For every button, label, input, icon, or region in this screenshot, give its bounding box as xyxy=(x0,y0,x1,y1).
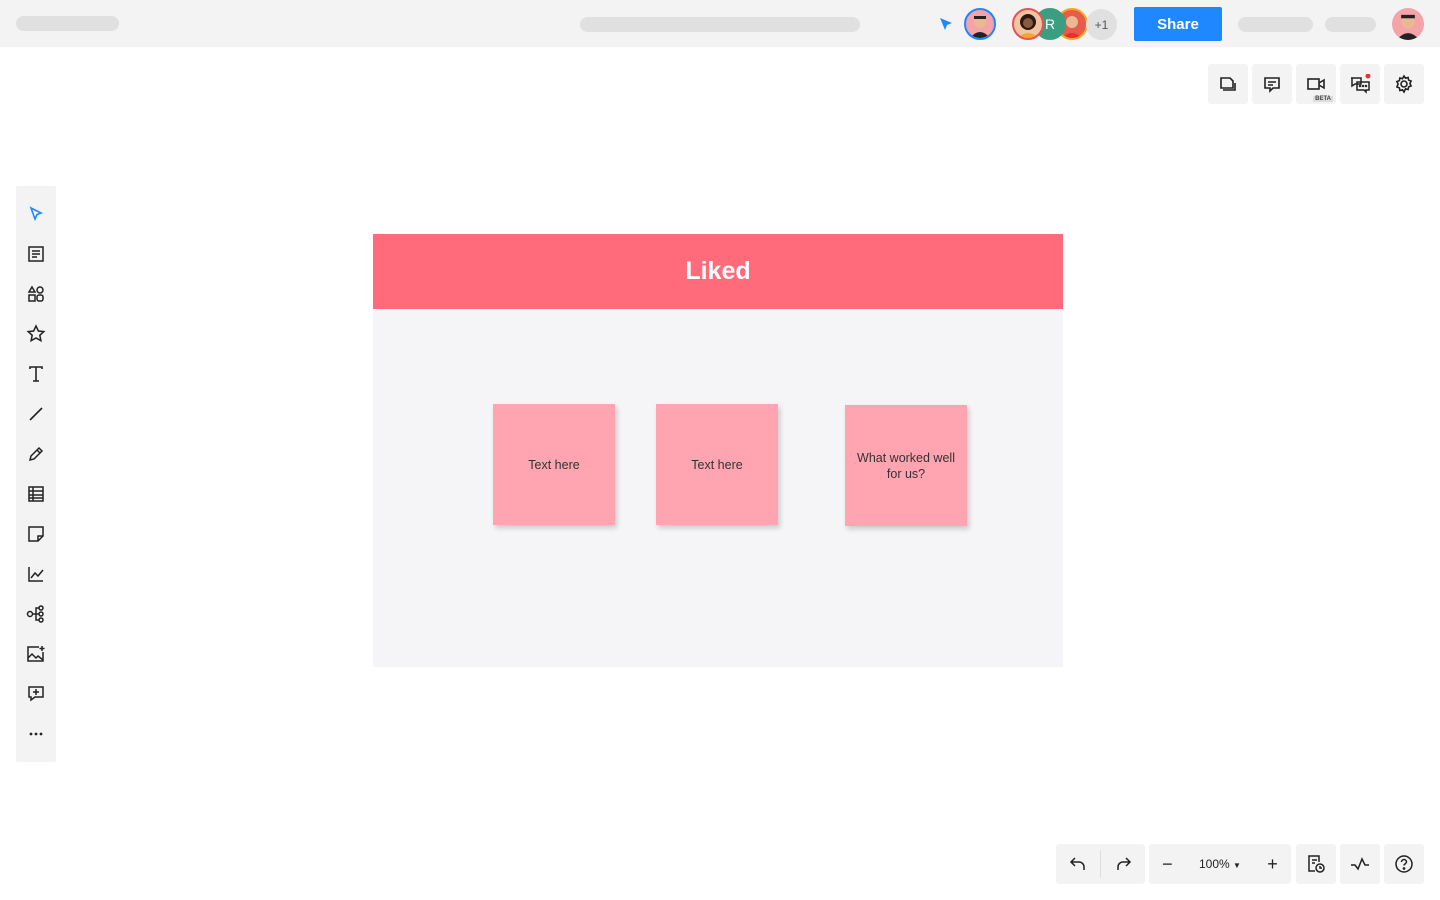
chart-icon xyxy=(28,567,44,582)
pencil-icon xyxy=(28,446,44,462)
share-button[interactable]: Share xyxy=(1134,7,1222,41)
revision-history-button[interactable] xyxy=(1296,844,1336,884)
line-icon xyxy=(29,407,43,421)
more-collaborators[interactable]: +1 xyxy=(1086,9,1117,40)
select-tool[interactable] xyxy=(16,194,56,234)
zoom-level-dropdown[interactable]: 100% ▼ xyxy=(1199,857,1241,871)
document-icon xyxy=(28,246,44,262)
sticky-note[interactable]: Text here xyxy=(493,404,615,525)
text-icon xyxy=(29,366,43,382)
comment-icon xyxy=(1264,77,1280,93)
history-icon xyxy=(1308,855,1325,873)
pages-button[interactable] xyxy=(1208,64,1248,104)
sticky-note[interactable]: What worked well for us? xyxy=(845,405,967,526)
line-tool[interactable] xyxy=(16,394,56,434)
liked-frame[interactable]: Liked Text here Text here What worked we… xyxy=(373,234,1063,667)
image-tool[interactable] xyxy=(16,634,56,674)
profile-avatar[interactable] xyxy=(1392,8,1424,40)
video-icon xyxy=(1307,78,1325,90)
pen-tool[interactable] xyxy=(16,434,56,474)
help-icon xyxy=(1395,855,1413,873)
table-tool[interactable] xyxy=(16,474,56,514)
sticky-note-tool[interactable] xyxy=(16,514,56,554)
shapes-icon xyxy=(27,285,44,302)
zoom-in-button[interactable]: + xyxy=(1267,854,1278,875)
placeholder-pill xyxy=(1238,17,1313,32)
user-avatar[interactable] xyxy=(964,8,996,40)
settings-button[interactable] xyxy=(1384,64,1424,104)
zoom-out-button[interactable]: − xyxy=(1162,854,1173,875)
comments-button[interactable] xyxy=(1252,64,1292,104)
undo-icon xyxy=(1069,857,1085,870)
chart-tool[interactable] xyxy=(16,554,56,594)
video-button[interactable]: BETA xyxy=(1296,64,1336,104)
pulse-icon xyxy=(1351,857,1369,871)
table-icon xyxy=(28,486,44,502)
help-button[interactable] xyxy=(1384,844,1424,884)
beta-badge: BETA xyxy=(1313,96,1333,102)
mindmap-icon xyxy=(26,605,44,623)
redo-button[interactable] xyxy=(1101,855,1145,873)
caret-down-icon: ▼ xyxy=(1233,861,1241,870)
star-icon xyxy=(26,324,46,343)
collaborator-avatar[interactable] xyxy=(1012,8,1044,40)
pages-icon xyxy=(1220,77,1236,91)
gear-icon xyxy=(1395,74,1413,94)
comment-tool[interactable] xyxy=(16,674,56,714)
mindmap-tool[interactable] xyxy=(16,594,56,634)
templates-tool[interactable] xyxy=(16,234,56,274)
redo-icon xyxy=(1117,857,1132,870)
chat-icon xyxy=(1351,74,1371,94)
frame-header[interactable]: Liked xyxy=(373,234,1063,309)
activity-button[interactable] xyxy=(1340,844,1380,884)
document-title-placeholder xyxy=(580,17,860,32)
image-icon xyxy=(27,646,45,662)
history-group xyxy=(1056,844,1145,884)
top-bar: R +1 Share xyxy=(0,0,1440,47)
cursor-icon xyxy=(938,16,954,32)
chat-button[interactable] xyxy=(1340,64,1380,104)
sticky-note[interactable]: Text here xyxy=(656,404,778,525)
left-toolbar xyxy=(16,186,56,762)
text-tool[interactable] xyxy=(16,354,56,394)
icons-tool[interactable] xyxy=(16,314,56,354)
placeholder-pill xyxy=(16,16,119,31)
zoom-group: − 100% ▼ + xyxy=(1149,844,1291,884)
add-comment-icon xyxy=(28,686,44,702)
undo-button[interactable] xyxy=(1056,855,1100,873)
placeholder-pill xyxy=(1325,17,1376,32)
sticky-note-icon xyxy=(28,526,44,542)
more-icon xyxy=(29,732,43,736)
pointer-icon xyxy=(29,206,43,222)
shapes-tool[interactable] xyxy=(16,274,56,314)
more-tools[interactable] xyxy=(16,714,56,754)
